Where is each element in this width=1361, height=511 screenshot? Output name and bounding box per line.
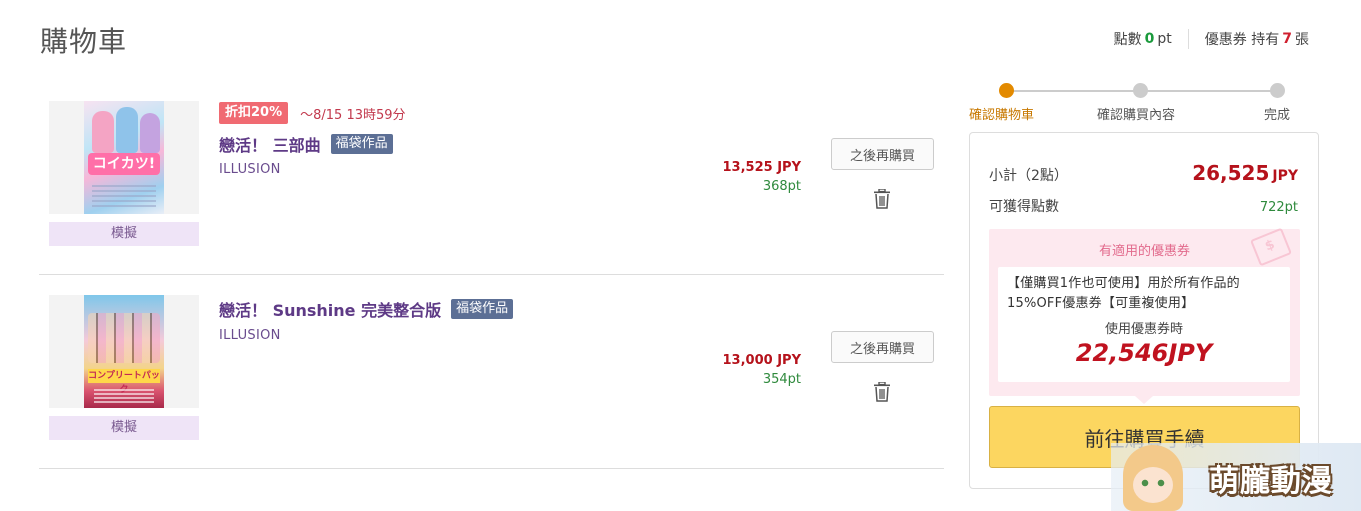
price-block: 13,000 JPY 354pt	[723, 353, 801, 387]
coupon-box[interactable]: 有適用的優惠券 【僅購買1作也可使用】用於所有作品的15%OFF優惠券【可重複使…	[989, 227, 1300, 404]
step-label-confirm: 確認購買內容	[1097, 108, 1176, 123]
checkout-steps: 確認購物車 確認購買內容 完成	[965, 83, 1310, 123]
discount-tag: 折扣20%	[219, 102, 289, 124]
step-dot-confirm	[1133, 83, 1148, 98]
item-points: 368pt	[762, 179, 801, 194]
earn-points-row: 可獲得點數 722pt	[989, 196, 1298, 216]
step-dot-cart	[999, 83, 1014, 98]
product-cover-image[interactable]: コイカツ!	[84, 101, 164, 214]
coupon-ticket-icon	[1249, 227, 1293, 267]
header-meta: 點數 0 pt 優惠券 持有 7 張	[1114, 29, 1309, 49]
item-points: 354pt	[762, 372, 801, 387]
step-label-done: 完成	[1264, 108, 1291, 123]
earn-points-value: 722pt	[1259, 200, 1298, 215]
coupon-price: 22,546JPY	[1075, 339, 1213, 367]
watermark-mascot-image	[1123, 445, 1183, 511]
price-block: 13,525 JPY 368pt	[723, 160, 801, 194]
discount-deadline: ～8/15 13時59分	[300, 107, 406, 123]
coupon-count[interactable]: 7	[1282, 31, 1292, 47]
cart-list: コイカツ! 模擬 折扣20% ～8/15 13時59分 戀活！ 三部曲 福袋作品…	[39, 82, 944, 469]
coupon-use-label: 使用優惠券時	[1104, 322, 1183, 337]
subtotal-amount: 26,525 JPY	[1192, 161, 1298, 185]
buy-later-button[interactable]: 之後再購買	[831, 331, 934, 363]
product-title[interactable]: 戀活！ Sunshine 完美整合版	[219, 297, 441, 321]
step-dot-done	[1270, 83, 1285, 98]
product-title[interactable]: 戀活！ 三部曲	[219, 132, 321, 156]
step-connector	[1147, 90, 1277, 92]
cart-item: コイカツ! 模擬 折扣20% ～8/15 13時59分 戀活！ 三部曲 福袋作品…	[39, 82, 944, 275]
step-label-cart: 確認購物車	[969, 108, 1035, 123]
lucky-bag-tag: 福袋作品	[330, 134, 393, 154]
coupon-arrow	[1135, 396, 1153, 404]
watermark-text: 萌朧動漫	[1209, 464, 1333, 499]
maker-link[interactable]: ILLUSION	[219, 162, 281, 177]
product-thumbnail[interactable]: コンプリートパック	[49, 295, 199, 408]
product-cover-image[interactable]: コンプリートパック	[84, 295, 164, 408]
coupon-unit: 張	[1295, 32, 1309, 48]
category-badge[interactable]: 模擬	[49, 416, 199, 440]
cart-item: コンプリートパック 模擬 戀活！ Sunshine 完美整合版 福袋作品 ILL…	[39, 275, 944, 469]
watermark: 萌朧動漫	[1111, 443, 1361, 511]
subtotal-unit: JPY	[1272, 168, 1298, 184]
item-price: 13,525 JPY	[722, 160, 801, 175]
item-price: 13,000 JPY	[722, 353, 801, 368]
coupon-detail[interactable]: 【僅購買1作也可使用】用於所有作品的15%OFF優惠券【可重複使用】 使用優惠券…	[998, 267, 1290, 382]
step-connector	[1007, 90, 1140, 92]
cover-logo: コイカツ!	[88, 153, 160, 175]
maker-link[interactable]: ILLUSION	[219, 328, 281, 343]
category-badge[interactable]: 模擬	[49, 222, 199, 246]
points-label: 點數	[1113, 32, 1142, 48]
discount-row: 折扣20% ～8/15 13時59分	[219, 102, 406, 124]
product-thumbnail[interactable]: コイカツ!	[49, 101, 199, 214]
coupon-label[interactable]: 優惠券 持有	[1205, 29, 1279, 49]
product-title-row: 戀活！ 三部曲 福袋作品	[219, 132, 393, 156]
product-title-row: 戀活！ Sunshine 完美整合版 福袋作品	[219, 297, 514, 321]
buy-later-button[interactable]: 之後再購買	[831, 138, 934, 170]
order-summary: 小計（2點） 26,525JPY 可獲得點數 722pt 有適用的優惠券 【僅購…	[969, 132, 1319, 489]
subtotal-value: 26,525	[1192, 161, 1270, 185]
earn-points-label: 可獲得點數	[989, 199, 1059, 215]
lucky-bag-tag: 福袋作品	[451, 299, 514, 319]
page-title: 購物車	[40, 25, 128, 58]
subtotal-label: 小計（2點）	[989, 168, 1068, 184]
cover-logo: コンプリートパック	[88, 369, 160, 395]
trash-icon[interactable]	[873, 189, 891, 209]
points-unit: pt	[1157, 31, 1172, 47]
coupon-description: 【僅購買1作也可使用】用於所有作品的15%OFF優惠券【可重複使用】	[1007, 276, 1240, 311]
subtotal-row: 小計（2點） 26,525 JPY	[989, 161, 1298, 185]
trash-icon[interactable]	[873, 382, 891, 402]
points-value: 0	[1144, 31, 1155, 47]
header-divider	[1187, 29, 1189, 49]
